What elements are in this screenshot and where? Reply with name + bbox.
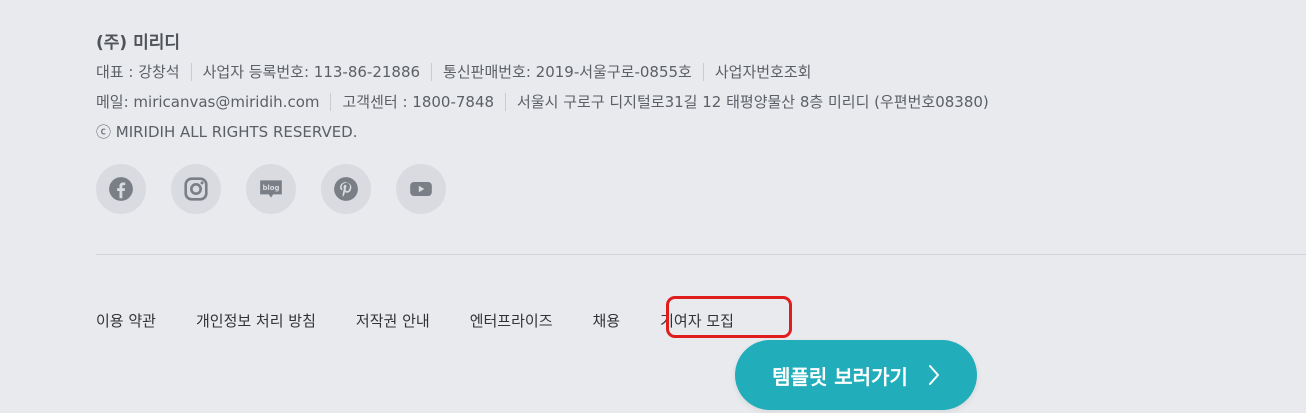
terms-link[interactable]: 이용 약관 [96,310,156,331]
privacy-policy-link[interactable]: 개인정보 처리 방침 [196,310,316,331]
instagram-button[interactable] [171,164,221,214]
footer-divider [96,254,1306,255]
business-lookup-link[interactable]: 사업자번호조회 [715,61,812,82]
enterprise-link[interactable]: 엔터프라이즈 [470,310,553,331]
divider [330,92,332,111]
pinterest-button[interactable] [321,164,371,214]
view-templates-button[interactable]: 템플릿 보러가기 [735,340,977,410]
blog-icon: blog [260,180,282,198]
view-templates-label: 템플릿 보러가기 [772,364,908,389]
copyright-text: ⓒ MIRIDIH ALL RIGHTS RESERVED. [96,123,358,141]
divider [505,92,507,111]
facebook-button[interactable] [96,164,146,214]
blog-button[interactable]: blog [246,164,296,214]
careers-link[interactable]: 채용 [593,310,621,331]
customer-center-text: 고객센터 : 1800-7848 [342,93,495,111]
email-text: 메일: miricanvas@miridih.com [96,93,320,111]
chevron-right-icon [928,364,940,386]
instagram-icon [184,177,208,201]
company-name: (주) 미리디 [96,33,181,53]
divider [431,62,433,81]
contact-info-row: 메일: miricanvas@miridih.com 고객센터 : 1800-7… [96,91,989,112]
youtube-button[interactable] [396,164,446,214]
address-text: 서울시 구로구 디지털로31길 12 태평양물산 8층 미리디 (우편번호083… [517,93,989,111]
youtube-icon [410,181,432,197]
mail-order-number-text: 통신판매번호: 2019-서울구로-0855호 [443,63,692,81]
facebook-icon [109,177,133,201]
business-number-text: 사업자 등록번호: 113-86-21886 [202,63,421,81]
copyright-guide-link[interactable]: 저작권 안내 [356,310,430,331]
contributor-recruit-link[interactable]: 기여자 모집 [660,310,734,331]
divider [702,62,704,81]
social-links: blog [96,164,446,214]
business-info-row: 대표 : 강창석 사업자 등록번호: 113-86-21886 통신판매번호: … [96,61,811,82]
ceo-text: 대표 : 강창석 [96,63,180,81]
pinterest-icon [334,177,358,201]
footer-links: 이용 약관 개인정보 처리 방침 저작권 안내 엔터프라이즈 채용 기여자 모집 [96,310,734,331]
divider [190,62,192,81]
blog-icon-text: blog [262,184,279,192]
